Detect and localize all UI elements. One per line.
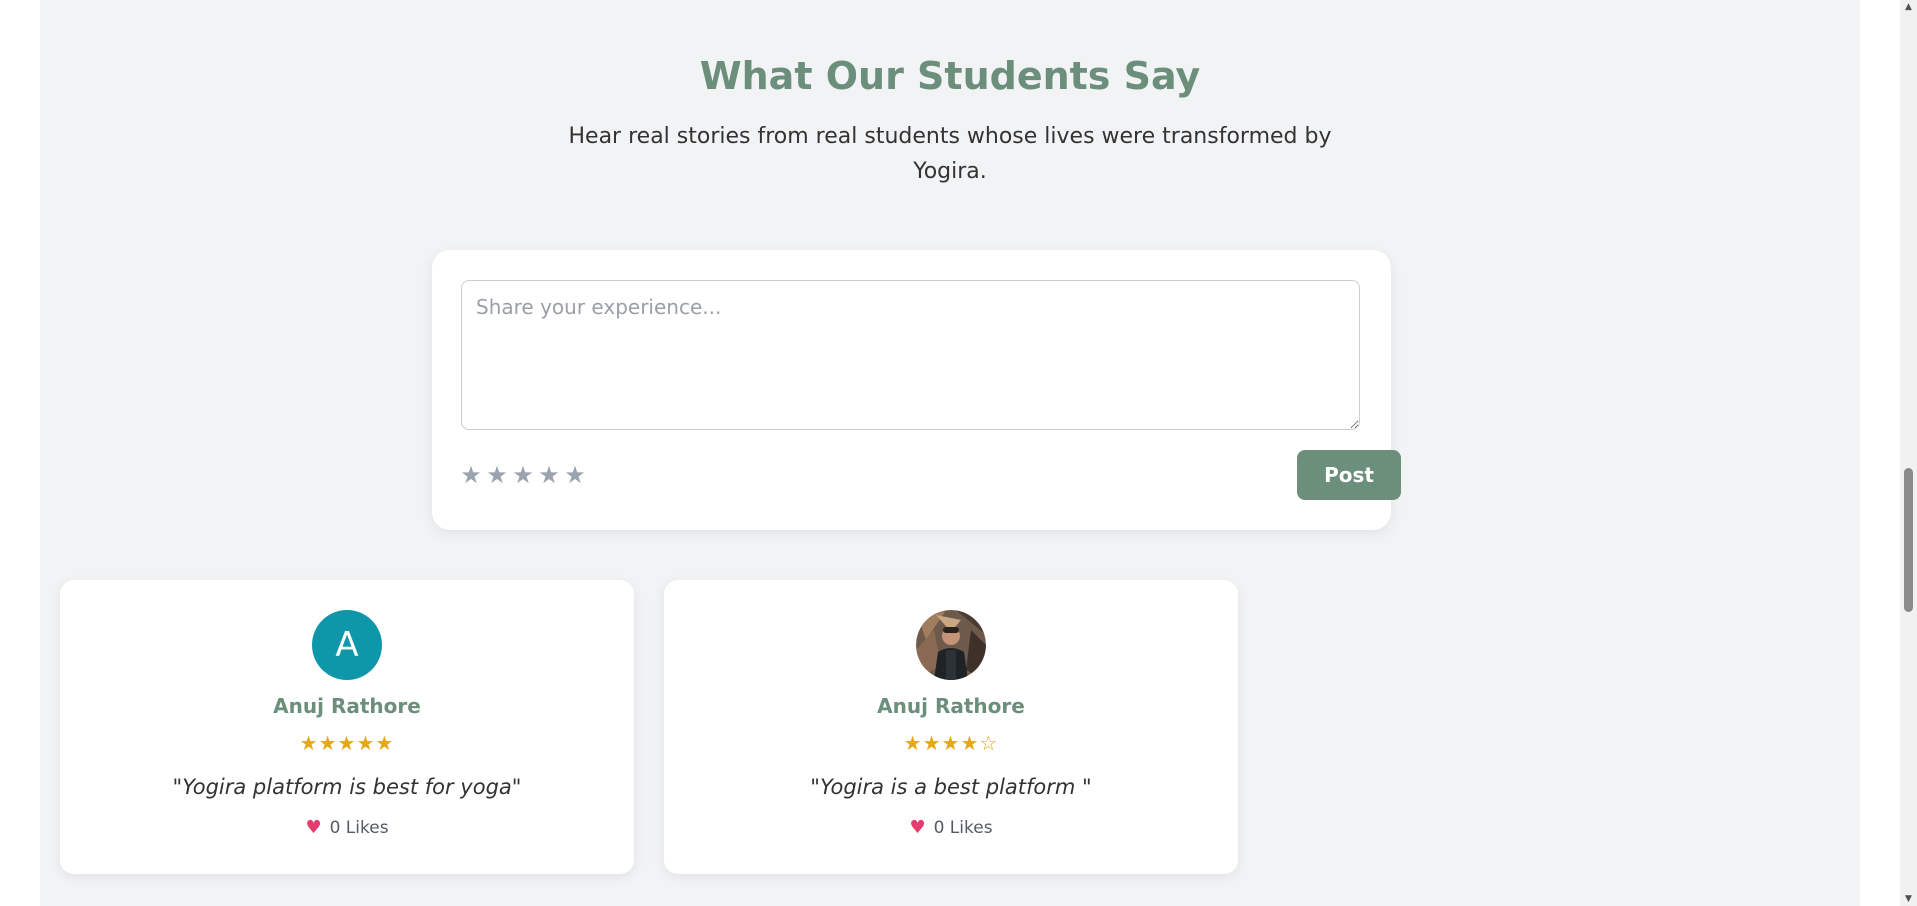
review-quote: "Yogira is a best platform " xyxy=(810,775,1092,799)
heart-icon[interactable]: ♥ xyxy=(909,818,925,838)
review-quote: "Yogira platform is best for yoga" xyxy=(172,775,522,799)
reviewer-name: Anuj Rathore xyxy=(273,694,421,718)
reviewer-name: Anuj Rathore xyxy=(877,694,1025,718)
post-button[interactable]: Post xyxy=(1297,450,1401,500)
scroll-up-arrow-icon[interactable]: ▲ xyxy=(1900,0,1917,14)
testimonial-card: A Anuj Rathore ★★★★★ "Yogira platform is… xyxy=(60,580,634,874)
likes-row: ♥ 0 Likes xyxy=(60,818,634,839)
scrollbar-thumb[interactable] xyxy=(1904,468,1913,612)
likes-count: 0 Likes xyxy=(329,818,389,838)
page: What Our Students Say Hear real stories … xyxy=(0,0,1917,906)
page-scrollbar[interactable]: ▲ ▼ xyxy=(1900,0,1917,906)
section-subtitle: Hear real stories from real students who… xyxy=(568,124,1332,184)
testimonial-card: Anuj Rathore ★★★★☆ "Yogira is a best pla… xyxy=(664,580,1238,874)
likes-row: ♥ 0 Likes xyxy=(664,818,1238,839)
rating-star-2[interactable]: ★ xyxy=(486,460,508,490)
avatar: A xyxy=(312,610,382,680)
avatar-letter: A xyxy=(335,625,359,665)
rating-star-5[interactable]: ★ xyxy=(564,460,586,490)
avatar-image xyxy=(916,610,986,680)
rating-star-1[interactable]: ★ xyxy=(460,460,482,490)
section-title: What Our Students Say xyxy=(699,54,1201,98)
rating-stars: ★★★★☆ xyxy=(903,731,999,755)
rating-stars: ★★★★★ xyxy=(299,731,395,755)
heart-icon[interactable]: ♥ xyxy=(305,818,321,838)
experience-textarea[interactable] xyxy=(461,280,1360,430)
avatar-photo xyxy=(916,610,986,680)
likes-count: 0 Likes xyxy=(933,818,993,838)
rating-star-3[interactable]: ★ xyxy=(512,460,534,490)
scroll-down-arrow-icon[interactable]: ▼ xyxy=(1900,892,1917,906)
rating-input: ★ ★ ★ ★ ★ xyxy=(460,460,586,490)
rating-star-4[interactable]: ★ xyxy=(538,460,560,490)
